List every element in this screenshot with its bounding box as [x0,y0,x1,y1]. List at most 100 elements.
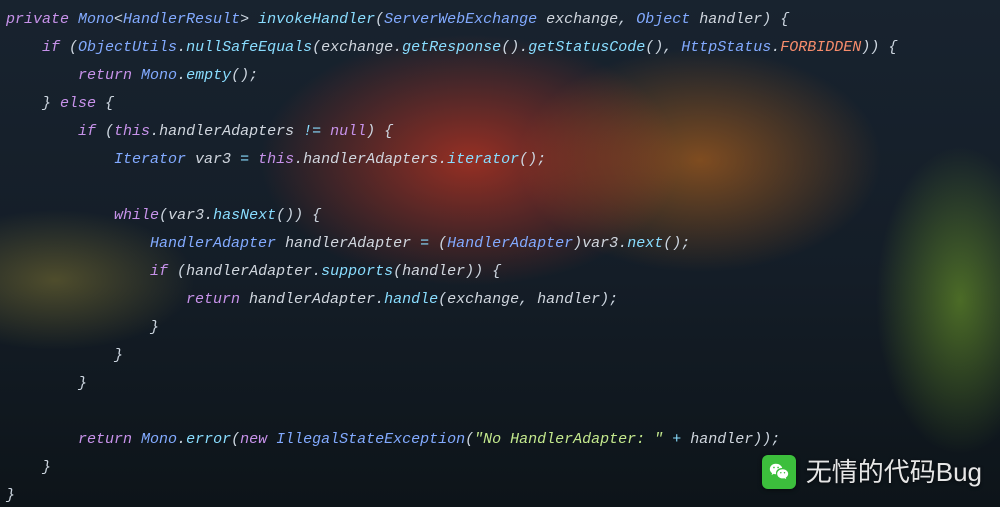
token-op: = [240,151,258,168]
token-mth: getResponse [402,39,501,56]
token-op: + [672,431,681,448]
token-pn: . [177,431,186,448]
code-editor[interactable]: private Mono<HandlerResult> invokeHandle… [0,0,1000,507]
token-id: handler [537,291,600,308]
token-kw: return [186,291,249,308]
token-pn: ( [393,263,402,280]
token-mth: empty [186,67,231,84]
token-typ: Mono [78,11,114,28]
token-op: != [303,123,330,140]
token-pn: )); [753,431,780,448]
token-pn: } [6,95,60,112]
token-pn: ( [438,291,447,308]
token-pn: } [6,459,51,476]
token-pn: } [6,487,15,504]
token-mth: next [627,235,663,252]
token-typ: HandlerAdapter [447,235,573,252]
token-pn: ) [573,235,582,252]
token-pn [6,291,186,308]
token-pn: (); [519,151,546,168]
token-pn: ( [375,11,384,28]
token-kw: new [240,431,276,448]
token-id: handler [690,431,753,448]
token-typ: HttpStatus [681,39,771,56]
token-id: exchange [546,11,618,28]
code-block: private Mono<HandlerResult> invokeHandle… [6,11,897,504]
token-pn: . [312,263,321,280]
token-cst: FORBIDDEN [780,39,861,56]
token-pn [6,151,114,168]
token-pn [6,39,42,56]
token-kw: if [78,123,105,140]
token-pn: . [438,151,447,168]
token-th: this [114,123,150,140]
token-pn: < [114,11,123,28]
token-pn: > [240,11,258,28]
token-pn: . [177,39,186,56]
token-pn [6,67,78,84]
token-pn: , [519,291,537,308]
token-pn [6,235,150,252]
token-pn: (); [663,235,690,252]
token-str: "No HandlerAdapter: " [474,431,663,448]
token-kw: private [6,11,78,28]
token-pn [6,207,114,224]
token-mth: hasNext [213,207,276,224]
token-pn: , [618,11,636,28]
token-typ: ObjectUtils [78,39,177,56]
token-kw: while [114,207,159,224]
token-id: handler [699,11,762,28]
token-pn: ) { [762,11,789,28]
token-pn: ( [231,431,240,448]
token-id: handlerAdapter [186,263,312,280]
token-pn: ( [438,235,447,252]
token-pn: . [393,39,402,56]
token-pn [6,431,78,448]
token-pn: ( [465,431,474,448]
token-pn: (). [501,39,528,56]
token-kw: if [42,39,69,56]
token-typ: ServerWebExchange [384,11,546,28]
token-id: var3 [195,151,240,168]
token-id: handlerAdapter [285,235,420,252]
token-typ: IllegalStateException [276,431,465,448]
token-pn [6,263,150,280]
token-id: var3 [582,235,618,252]
token-kw: return [78,431,141,448]
token-typ: Mono [141,431,177,448]
token-pn: ( [69,39,78,56]
token-pn: } [6,319,159,336]
token-pn: ( [159,207,168,224]
token-op: = [420,235,438,252]
token-pn: } [6,375,87,392]
token-id: handlerAdapters [159,123,303,140]
token-pn [663,431,672,448]
token-pn [681,431,690,448]
token-mth: handle [384,291,438,308]
token-pn: (); [231,67,258,84]
token-typ: Mono [141,67,177,84]
token-pn: (), [645,39,681,56]
token-id: handlerAdapters [303,151,438,168]
token-pn: . [150,123,159,140]
token-th: this [258,151,294,168]
token-id: handler [402,263,465,280]
wechat-icon [762,455,796,489]
token-mth: invokeHandler [258,11,375,28]
token-kw: if [150,263,177,280]
token-pn: . [204,207,213,224]
watermark: 无情的代码Bug [762,455,982,489]
token-id: exchange [321,39,393,56]
token-typ: Object [636,11,699,28]
token-id: exchange [447,291,519,308]
token-pn: ( [312,39,321,56]
token-pn: ) { [366,123,393,140]
token-pn: . [177,67,186,84]
token-kw: return [78,67,141,84]
token-pn: ()) { [276,207,321,224]
token-pn: } [6,347,123,364]
token-pn: ); [600,291,618,308]
token-pn: )) { [465,263,501,280]
token-pn [6,123,78,140]
token-mth: iterator [447,151,519,168]
